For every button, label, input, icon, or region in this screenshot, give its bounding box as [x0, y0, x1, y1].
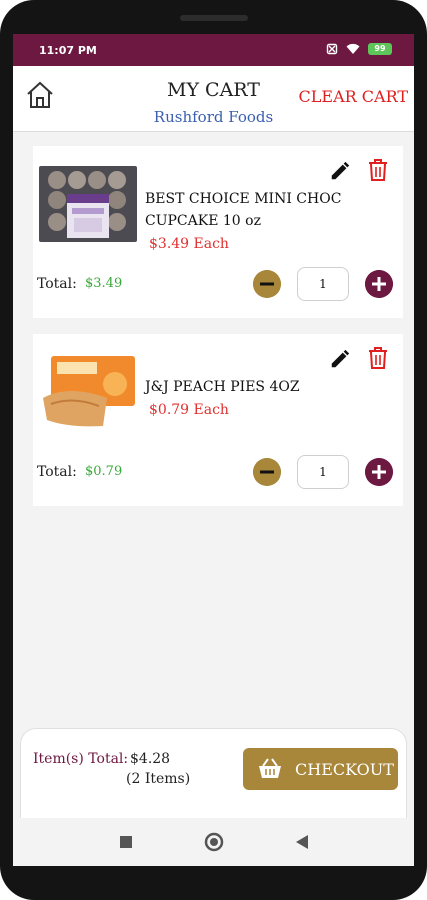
back-icon[interactable] [295, 835, 308, 849]
checkout-label: CHECKOUT [295, 759, 394, 779]
edit-icon[interactable] [329, 160, 351, 182]
quantity-input[interactable] [297, 267, 349, 301]
screen: 11:07 PM 99 MY CART Rushford Foods CLEAR… [13, 34, 414, 866]
item-total-value: $3.49 [85, 276, 123, 291]
product-price: $3.49 Each [149, 236, 229, 252]
speaker-grille [180, 15, 248, 21]
product-name: BEST CHOICE MINI CHOC CUPCAKE 10 oz [145, 191, 342, 229]
phone-frame: 11:07 PM 99 MY CART Rushford Foods CLEAR… [0, 0, 427, 900]
quantity-input[interactable] [297, 455, 349, 489]
cart-item: J&J PEACH PIES 4OZ $0.79 Each Total: $0.… [27, 334, 403, 506]
items-count: (2 Items) [126, 771, 191, 787]
items-total-label: Item(s) Total: [33, 751, 129, 767]
decrease-quantity-button[interactable] [253, 270, 281, 298]
recents-icon[interactable] [119, 836, 132, 848]
clear-cart-button[interactable]: CLEAR CART [299, 87, 408, 106]
item-total-value: $0.79 [85, 464, 123, 479]
app-header: MY CART Rushford Foods CLEAR CART [13, 66, 414, 132]
wifi-icon [346, 43, 360, 54]
status-time: 11:07 PM [39, 44, 97, 57]
product-image-cupcake [39, 166, 137, 242]
product-name: J&J PEACH PIES 4OZ [145, 379, 300, 395]
product-image-peach-pie [39, 354, 137, 430]
edit-icon[interactable] [329, 348, 351, 370]
product-price: $0.79 Each [149, 402, 229, 418]
home-nav-icon[interactable] [204, 832, 224, 852]
item-total-label: Total: [37, 464, 77, 480]
trash-icon[interactable] [367, 346, 389, 370]
no-sim-icon [326, 43, 338, 55]
decrease-quantity-button[interactable] [253, 458, 281, 486]
battery-icon: 99 [368, 43, 392, 55]
cart-summary: Item(s) Total: $4.28 (2 Items) CHECKOUT [20, 728, 407, 828]
increase-quantity-button[interactable] [365, 270, 393, 298]
store-name: Rushford Foods [153, 108, 274, 126]
item-total-label: Total: [37, 276, 77, 292]
checkout-button[interactable]: CHECKOUT [243, 748, 398, 790]
basket-icon [259, 758, 281, 778]
increase-quantity-button[interactable] [365, 458, 393, 486]
status-bar: 11:07 PM 99 [13, 34, 414, 66]
cart-item: BEST CHOICE MINI CHOC CUPCAKE 10 oz $3.4… [27, 146, 403, 318]
items-total-value: $4.28 [130, 751, 171, 767]
status-icons: 99 [326, 43, 392, 55]
trash-icon[interactable] [367, 158, 389, 182]
android-nav-bar [13, 818, 414, 866]
